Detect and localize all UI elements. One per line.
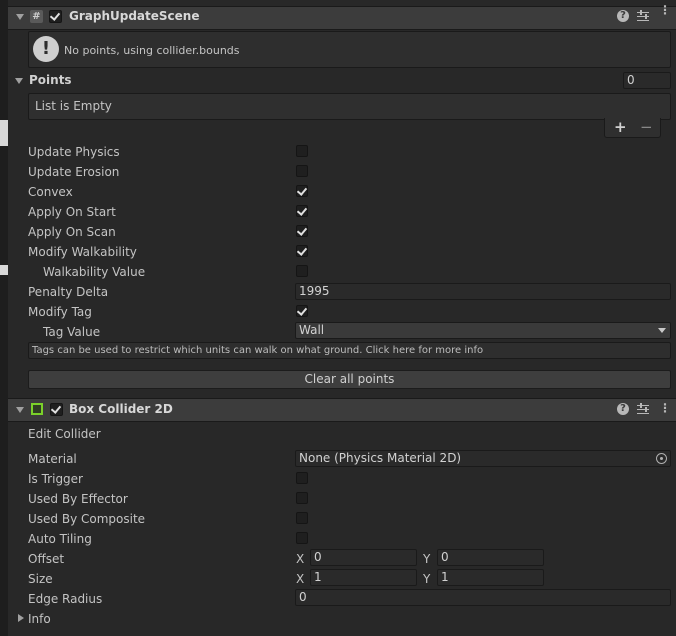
scene-edge-block xyxy=(0,265,8,275)
offset-y-axis-label: Y xyxy=(423,552,431,566)
no-points-text: No points, using collider.bounds xyxy=(64,44,240,57)
convex-checkbox[interactable] xyxy=(296,185,308,197)
used-by-effector-label: Used By Effector xyxy=(28,492,128,506)
info-label[interactable]: Info xyxy=(28,612,51,626)
left-gutter xyxy=(0,0,8,636)
points-foldout-arrow-icon[interactable] xyxy=(15,78,23,84)
box-collider-icon xyxy=(31,403,43,415)
modify-walkability-label: Modify Walkability xyxy=(28,245,137,259)
is-trigger-label: Is Trigger xyxy=(28,472,83,486)
offset-label: Offset xyxy=(28,552,65,566)
scene-edge-block xyxy=(0,120,8,146)
apply-on-start-checkbox[interactable] xyxy=(296,205,308,217)
apply-on-scan-checkbox[interactable] xyxy=(296,225,308,237)
foldout-arrow-icon[interactable] xyxy=(16,407,24,413)
penalty-delta-field[interactable]: 1995 xyxy=(295,283,671,300)
size-x-field[interactable]: 1 xyxy=(310,569,417,586)
offset-y-field[interactable]: 0 xyxy=(437,549,544,566)
info-foldout-arrow-icon[interactable] xyxy=(18,614,24,622)
edge-radius-field[interactable]: 0 xyxy=(295,589,671,606)
points-size-field[interactable]: 0 xyxy=(623,72,671,89)
convex-label: Convex xyxy=(28,185,73,199)
offset-x-axis-label: X xyxy=(296,552,305,566)
material-field[interactable]: None (Physics Material 2D) xyxy=(295,450,671,467)
more-options-icon[interactable]: ⋮ xyxy=(659,401,671,415)
points-label: Points xyxy=(29,73,72,87)
points-list-box xyxy=(28,93,671,120)
edge-radius-label: Edge Radius xyxy=(28,592,103,606)
size-label: Size xyxy=(28,572,53,586)
help-icon[interactable]: ? xyxy=(617,403,629,415)
help-icon[interactable]: ? xyxy=(617,10,629,22)
update-erosion-label: Update Erosion xyxy=(28,165,120,179)
tag-value-label: Tag Value xyxy=(43,325,101,339)
modify-tag-checkbox[interactable] xyxy=(296,305,308,317)
foldout-arrow-icon[interactable] xyxy=(16,14,24,20)
edit-collider-label[interactable]: Edit Collider xyxy=(28,427,101,441)
auto-tiling-checkbox[interactable] xyxy=(296,532,308,544)
script-icon: # xyxy=(30,10,43,23)
collider-enabled-checkbox[interactable] xyxy=(50,403,63,416)
penalty-delta-label: Penalty Delta xyxy=(28,285,109,299)
info-exclamation-icon: ! xyxy=(33,36,59,62)
walkability-value-checkbox[interactable] xyxy=(296,265,308,277)
more-options-icon[interactable]: ⋮ xyxy=(659,4,671,16)
add-element-button[interactable]: + xyxy=(614,118,627,136)
list-empty-text: List is Empty xyxy=(35,99,112,113)
settings-sliders-icon[interactable] xyxy=(637,10,649,22)
tag-value-dropdown[interactable]: Wall xyxy=(295,322,671,339)
tag-value-text: Wall xyxy=(299,323,325,337)
modify-walkability-checkbox[interactable] xyxy=(296,245,308,257)
size-x-axis-label: X xyxy=(296,572,305,586)
walkability-value-label: Walkability Value xyxy=(43,265,146,279)
apply-on-scan-label: Apply On Scan xyxy=(28,225,116,239)
box-collider-title: Box Collider 2D xyxy=(69,402,173,416)
used-by-composite-checkbox[interactable] xyxy=(296,512,308,524)
modify-tag-label: Modify Tag xyxy=(28,305,92,319)
size-y-field[interactable]: 1 xyxy=(437,569,544,586)
component-enabled-checkbox[interactable] xyxy=(49,10,62,23)
offset-x-field[interactable]: 0 xyxy=(310,549,417,566)
update-physics-checkbox[interactable] xyxy=(296,145,308,157)
component-title: GraphUpdateScene xyxy=(69,9,200,23)
chevron-down-icon xyxy=(658,328,666,333)
used-by-composite-label: Used By Composite xyxy=(28,512,146,526)
clear-all-points-button[interactable]: Clear all points xyxy=(28,370,671,389)
auto-tiling-label: Auto Tiling xyxy=(28,532,92,546)
tag-help-text[interactable]: Tags can be used to restrict which units… xyxy=(32,345,483,356)
remove-element-button[interactable]: − xyxy=(640,118,653,136)
settings-sliders-icon[interactable] xyxy=(637,403,649,415)
is-trigger-checkbox[interactable] xyxy=(296,472,308,484)
object-picker-icon[interactable] xyxy=(656,453,667,464)
update-erosion-checkbox[interactable] xyxy=(296,165,308,177)
apply-on-start-label: Apply On Start xyxy=(28,205,116,219)
material-label: Material xyxy=(28,452,77,466)
update-physics-label: Update Physics xyxy=(28,145,120,159)
size-y-axis-label: Y xyxy=(423,572,431,586)
used-by-effector-checkbox[interactable] xyxy=(296,492,308,504)
